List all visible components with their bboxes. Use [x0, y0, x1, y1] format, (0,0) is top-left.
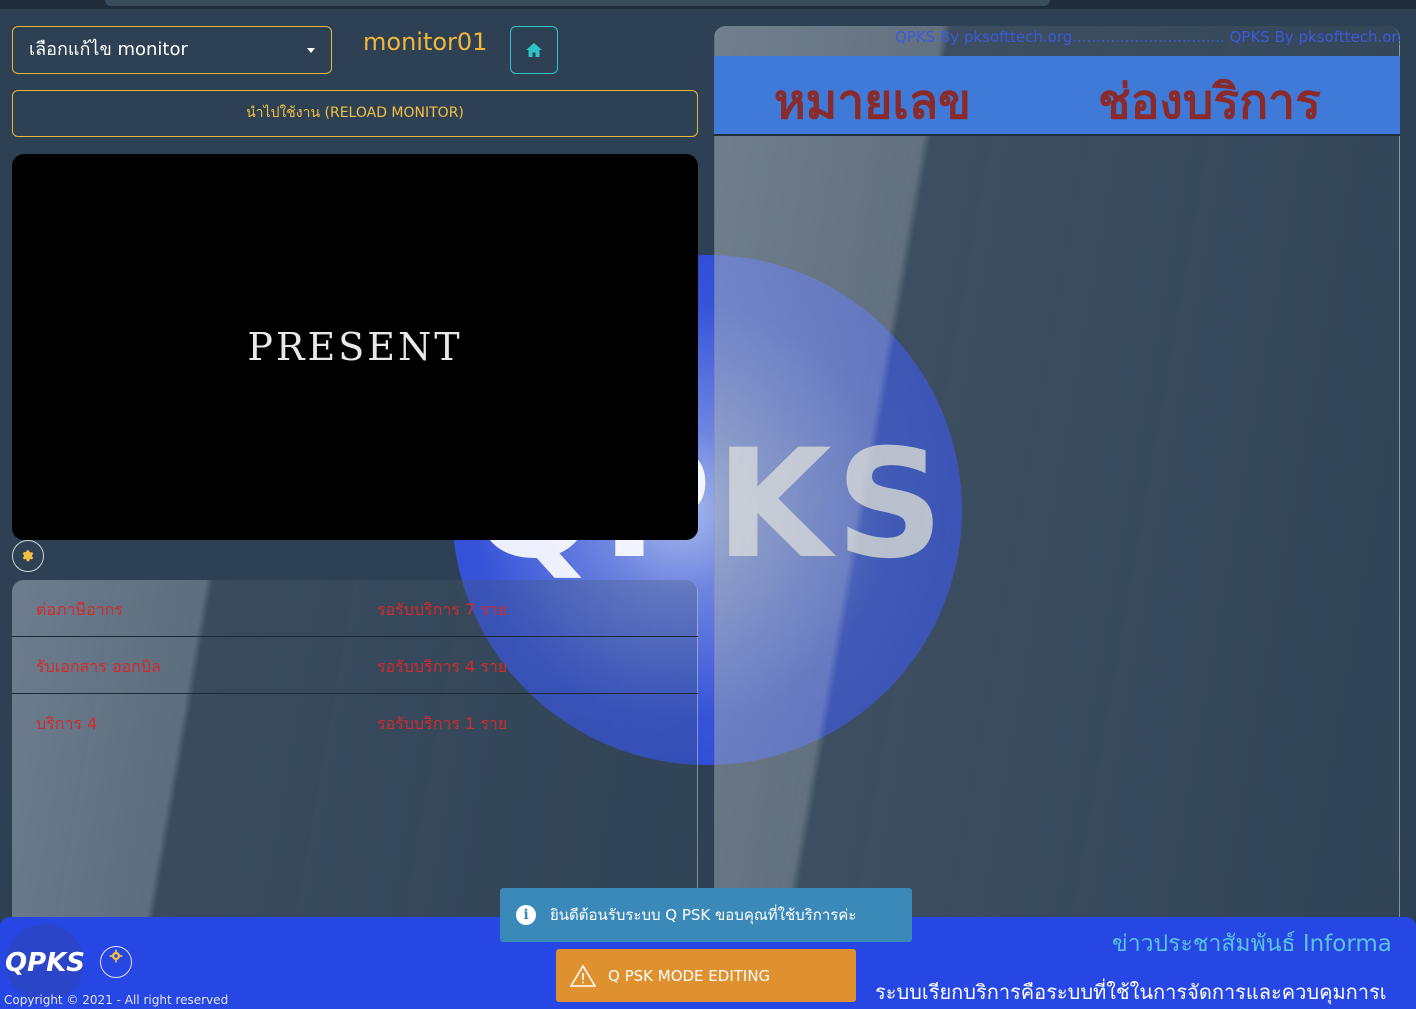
caret-down-icon — [307, 48, 315, 53]
marquee-text: QPKS By pksofttech.org..................… — [895, 28, 1400, 46]
queue-service-name: รับเอกสาร ออกบิล — [36, 657, 161, 676]
header-number: หมายเลข — [774, 74, 971, 130]
video-frame-text: PRESENT — [247, 325, 463, 369]
queue-display-panel — [714, 26, 1400, 921]
home-icon — [526, 43, 542, 57]
info-toast-message: ยินดีต้อนรับระบบ Q PSK ขอบคุณที่ใช้บริกา… — [550, 906, 857, 924]
warning-toast[interactable]: Q PSK MODE EDITING — [556, 949, 856, 1002]
queue-service-name: บริการ 4 — [36, 714, 98, 733]
warning-toast-message: Q PSK MODE EDITING — [608, 966, 771, 985]
queue-waiting-count: รอรับบริการ 4 ราย — [377, 657, 508, 676]
news-ticker: ระบบเรียกบริการคือระบบที่ใช้ในการจัดการแ… — [875, 980, 1387, 1004]
queue-waiting-count: รอรับบริการ 1 ราย — [377, 714, 508, 733]
queue-settings-button[interactable] — [12, 540, 44, 572]
queue-panel: ต่อภาษีอากร รอรับบริการ 7 ราย รับเอกสาร … — [12, 580, 698, 925]
footer-logo: QPKS — [5, 924, 85, 1002]
monitor-select[interactable]: เลือกแก้ไข monitor — [12, 26, 332, 74]
queue-display-header: หมายเลข ช่องบริการ — [714, 56, 1400, 136]
header-channel: ช่องบริการ — [1098, 74, 1321, 130]
gear-icon — [22, 550, 34, 562]
home-button[interactable] — [510, 26, 558, 74]
reload-monitor-button[interactable]: นำไปใช้งาน (RELOAD MONITOR) — [12, 90, 698, 137]
queue-row[interactable]: รับเอกสาร ออกบิล รอรับบริการ 4 ราย — [12, 637, 698, 694]
queue-row[interactable]: บริการ 4 รอรับบริการ 1 ราย — [12, 694, 698, 751]
queue-waiting-count: รอรับบริการ 7 ราย — [377, 600, 508, 619]
queue-row[interactable]: ต่อภาษีอากร รอรับบริการ 7 ราย — [12, 580, 698, 637]
warning-icon — [570, 964, 596, 987]
info-icon: i — [516, 905, 536, 925]
info-toast[interactable]: i ยินดีต้อนรับระบบ Q PSK ขอบคุณที่ใช้บริ… — [500, 888, 912, 942]
gear-icon — [109, 949, 123, 963]
monitor-name: monitor01 — [363, 28, 488, 56]
queue-service-name: ต่อภาษีอากร — [36, 600, 123, 619]
copyright-text: Copyright © 2021 - All right reserved — [4, 993, 229, 1007]
news-title: ข่าวประชาสัมพันธ์ Informa — [1112, 931, 1392, 957]
monitor-select-label: เลือกแก้ไข monitor — [29, 39, 188, 60]
top-bar-pill — [105, 0, 1050, 6]
top-bar — [0, 0, 1416, 9]
video-player[interactable]: PRESENT — [12, 154, 698, 540]
footer-settings-button[interactable] — [100, 946, 132, 978]
